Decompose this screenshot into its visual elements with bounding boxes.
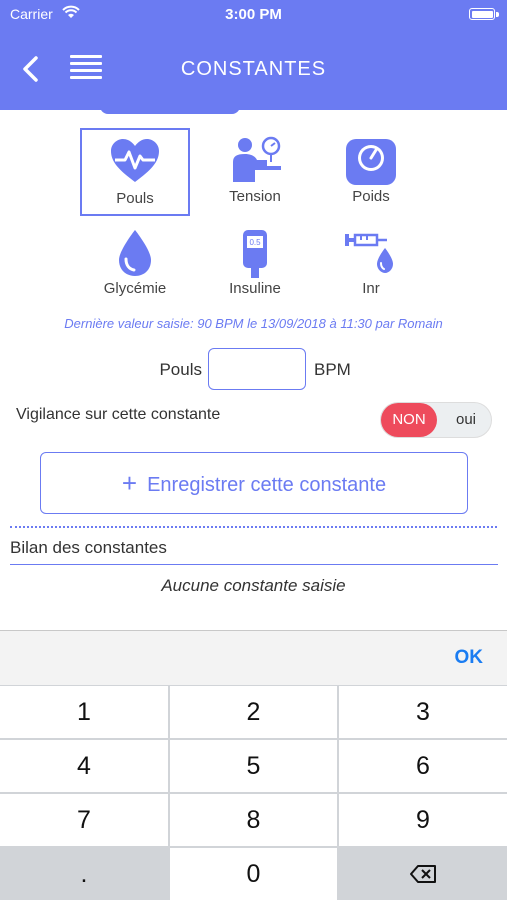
key-8[interactable]: 8 — [170, 794, 337, 846]
tab-label: Inr — [362, 280, 380, 297]
syringe-drop-icon — [345, 233, 393, 273]
toggle-oui[interactable]: oui — [441, 403, 491, 437]
heart-pulse-icon — [111, 139, 159, 182]
pouls-input[interactable] — [208, 348, 306, 390]
save-constant-button[interactable]: + Enregistrer cette constante — [40, 452, 468, 514]
pouls-unit: BPM — [314, 360, 351, 379]
key-9[interactable]: 9 — [339, 794, 507, 846]
numeric-keypad: 1 2 3 4 5 6 7 8 9 . 0 — [0, 685, 507, 900]
section-divider — [10, 526, 497, 528]
pouls-row: Pouls BPM — [0, 348, 507, 390]
tab-glycemie[interactable]: Glycémie — [80, 220, 190, 308]
plus-icon: + — [121, 468, 138, 498]
key-6[interactable]: 6 — [339, 740, 507, 792]
vigilance-label: Vigilance sur cette constante — [16, 406, 221, 423]
pouls-label: Pouls — [159, 360, 202, 379]
key-5[interactable]: 5 — [170, 740, 337, 792]
ok-button[interactable]: OK — [455, 647, 484, 669]
keyboard-toolbar: OK — [0, 630, 507, 685]
status-bar: Carrier 3:00 PM — [0, 0, 507, 30]
tab-pouls[interactable]: Pouls — [80, 128, 190, 216]
key-0[interactable]: 0 — [170, 848, 337, 900]
svg-text:0.5: 0.5 — [249, 238, 261, 247]
tab-tension[interactable]: Tension — [200, 128, 310, 216]
bilan-underline — [10, 564, 498, 565]
key-3[interactable]: 3 — [339, 686, 507, 738]
vigilance-toggle[interactable]: NON oui — [380, 402, 492, 438]
key-4[interactable]: 4 — [0, 740, 168, 792]
tab-label: Glycémie — [103, 280, 167, 297]
key-delete[interactable] — [339, 848, 507, 900]
key-7[interactable]: 7 — [0, 794, 168, 846]
toggle-non[interactable]: NON — [381, 403, 437, 437]
tab-poids[interactable]: Poids — [316, 128, 426, 216]
blood-drop-icon — [119, 230, 151, 276]
page-title: CONSTANTES — [180, 58, 327, 80]
tab-label: Insuline — [229, 280, 281, 297]
key-1[interactable]: 1 — [0, 686, 168, 738]
bilan-title: Bilan des constantes — [10, 538, 167, 557]
backspace-icon — [410, 865, 436, 883]
tab-label: Poids — [352, 188, 390, 205]
last-value-text: Dernière valeur saisie: 90 BPM le 13/09/… — [64, 316, 443, 331]
key-decimal[interactable]: . — [0, 848, 168, 900]
scale-icon — [346, 139, 396, 185]
header-tab-notch — [100, 106, 240, 114]
save-button-label: Enregistrer cette constante — [147, 474, 387, 496]
battery-tip — [496, 12, 499, 17]
glucometer-icon: 0.5 — [243, 230, 267, 278]
blood-pressure-icon — [233, 136, 281, 182]
tab-label: Pouls — [116, 190, 154, 207]
bilan-empty-text: Aucune constante saisie — [161, 576, 346, 595]
key-2[interactable]: 2 — [170, 686, 337, 738]
header: Carrier 3:00 PM CONSTANTES — [0, 0, 507, 110]
tab-label: Tension — [229, 188, 281, 205]
battery-icon — [469, 8, 495, 20]
tab-inr[interactable]: Inr — [316, 220, 426, 308]
clock: 3:00 PM — [225, 6, 282, 23]
tab-insuline[interactable]: 0.5 Insuline — [200, 220, 310, 308]
